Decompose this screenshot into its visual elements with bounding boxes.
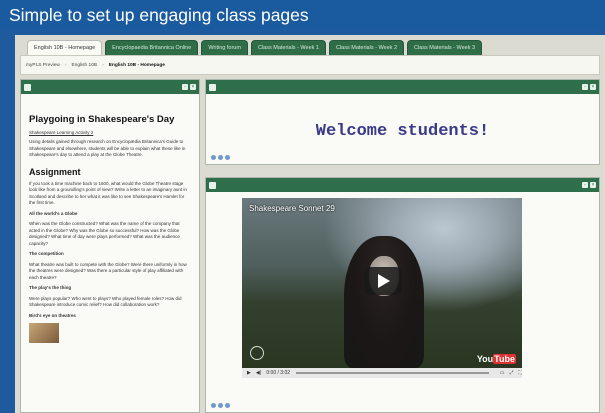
edit-icon[interactable] (211, 155, 216, 160)
breadcrumb-item-english[interactable]: English 10B (71, 63, 97, 68)
welcome-message: Welcome students! (315, 122, 490, 141)
breadcrumb: myPLS Preview › English 10B › English 10… (20, 55, 600, 75)
drag-handle-icon[interactable] (24, 83, 31, 91)
welcome-panel: - × Welcome students! (205, 79, 600, 165)
seek-bar[interactable] (296, 372, 489, 374)
tab-week-2[interactable]: Class Materials - Week 2 (328, 40, 405, 55)
time-display: 0:00 / 3:02 (266, 370, 291, 376)
tab-writing-forum[interactable]: Writing forum (201, 40, 248, 55)
banner-text: Simple to set up engaging class pages (9, 5, 309, 25)
video-title[interactable]: Shakespeare Sonnet 29 (249, 204, 335, 213)
assignment-content: Playgoing in Shakespeare's Day Shakespea… (21, 94, 199, 349)
assignment-title: Playgoing in Shakespeare's Day (29, 114, 175, 125)
assignment-panel: - × Playgoing in Shakespeare's Day Shake… (20, 79, 200, 413)
youtube-logo-you: You (476, 354, 494, 364)
section-text: Were plays popular? Who went to plays? W… (29, 295, 182, 308)
fullscreen-icon[interactable]: ⛶ (518, 370, 522, 376)
section-heading: All the world's a Globe (29, 210, 78, 216)
close-icon[interactable]: × (190, 84, 196, 90)
panel-header[interactable]: - × (206, 80, 599, 94)
promo-banner: Simple to set up engaging class pages (0, 0, 605, 30)
drag-handle-icon[interactable] (209, 83, 216, 91)
minimize-icon[interactable]: - (582, 84, 588, 90)
video-controls: ▶ ◀) 0:00 / 3:02 ▭ ⤢ ⛶ (242, 368, 522, 378)
settings-icon[interactable] (225, 403, 230, 408)
assignment-text: If you took a time machine back to 1600,… (29, 180, 187, 206)
share-icon[interactable] (218, 155, 223, 160)
play-icon[interactable] (364, 267, 402, 295)
play-control-icon[interactable]: ▶ (247, 370, 251, 376)
tab-bar: English 10B - Homepage Encyclopaedia Bri… (15, 40, 605, 55)
section-text: What theatre was built to compete with t… (29, 261, 187, 280)
youtube-logo[interactable]: YouTube (477, 354, 516, 364)
close-icon[interactable]: × (590, 84, 596, 90)
section-heading: The competition (29, 251, 64, 257)
quality-icon[interactable]: ▭ (500, 370, 505, 376)
section-heading: Bird's eye on theatres (29, 312, 76, 318)
section-text: When was the Globe constructed? What was… (29, 221, 180, 246)
breadcrumb-separator: › (64, 62, 67, 68)
volume-icon[interactable]: ◀) (256, 370, 262, 376)
tab-english-homepage[interactable]: English 10B - Homepage (27, 40, 103, 55)
youtube-logo-tube: Tube (493, 354, 516, 364)
close-icon[interactable]: × (590, 182, 596, 188)
minimize-icon[interactable]: - (582, 182, 588, 188)
drag-handle-icon[interactable] (209, 181, 216, 189)
share-icon[interactable] (218, 403, 223, 408)
breadcrumb-separator: › (102, 62, 104, 68)
minimize-icon[interactable]: - (182, 84, 188, 90)
globe-theatre-thumbnail[interactable] (29, 323, 59, 344)
breadcrumb-item-homepage: English 10B - Homepage (108, 62, 165, 68)
intro-text: Using details gained through research on… (29, 139, 186, 158)
panel-footer-icons (211, 155, 230, 160)
tab-week-3[interactable]: Class Materials - Week 3 (407, 40, 483, 55)
activity-link[interactable]: Shakespeare Learning Activity 2 (29, 130, 191, 135)
panel-header[interactable]: - × (206, 178, 599, 192)
section-heading: The play's the thing (29, 285, 72, 291)
panel-header[interactable]: - × (21, 80, 199, 94)
edit-icon[interactable] (211, 403, 216, 408)
watermark-icon (250, 346, 264, 360)
panel-footer-icons (211, 403, 230, 408)
tab-britannica[interactable]: Encyclopaedia Britannica Online (105, 40, 199, 55)
expand-icon[interactable]: ⤢ (509, 370, 513, 376)
settings-icon[interactable] (225, 155, 230, 160)
breadcrumb-item-preview[interactable]: myPLS Preview (26, 63, 60, 68)
tab-week-1[interactable]: Class Materials - Week 1 (250, 40, 326, 55)
video-player[interactable]: Shakespeare Sonnet 29 YouTube ▶ ◀) 0:00 … (242, 198, 522, 378)
assignment-heading: Assignment (29, 166, 81, 177)
